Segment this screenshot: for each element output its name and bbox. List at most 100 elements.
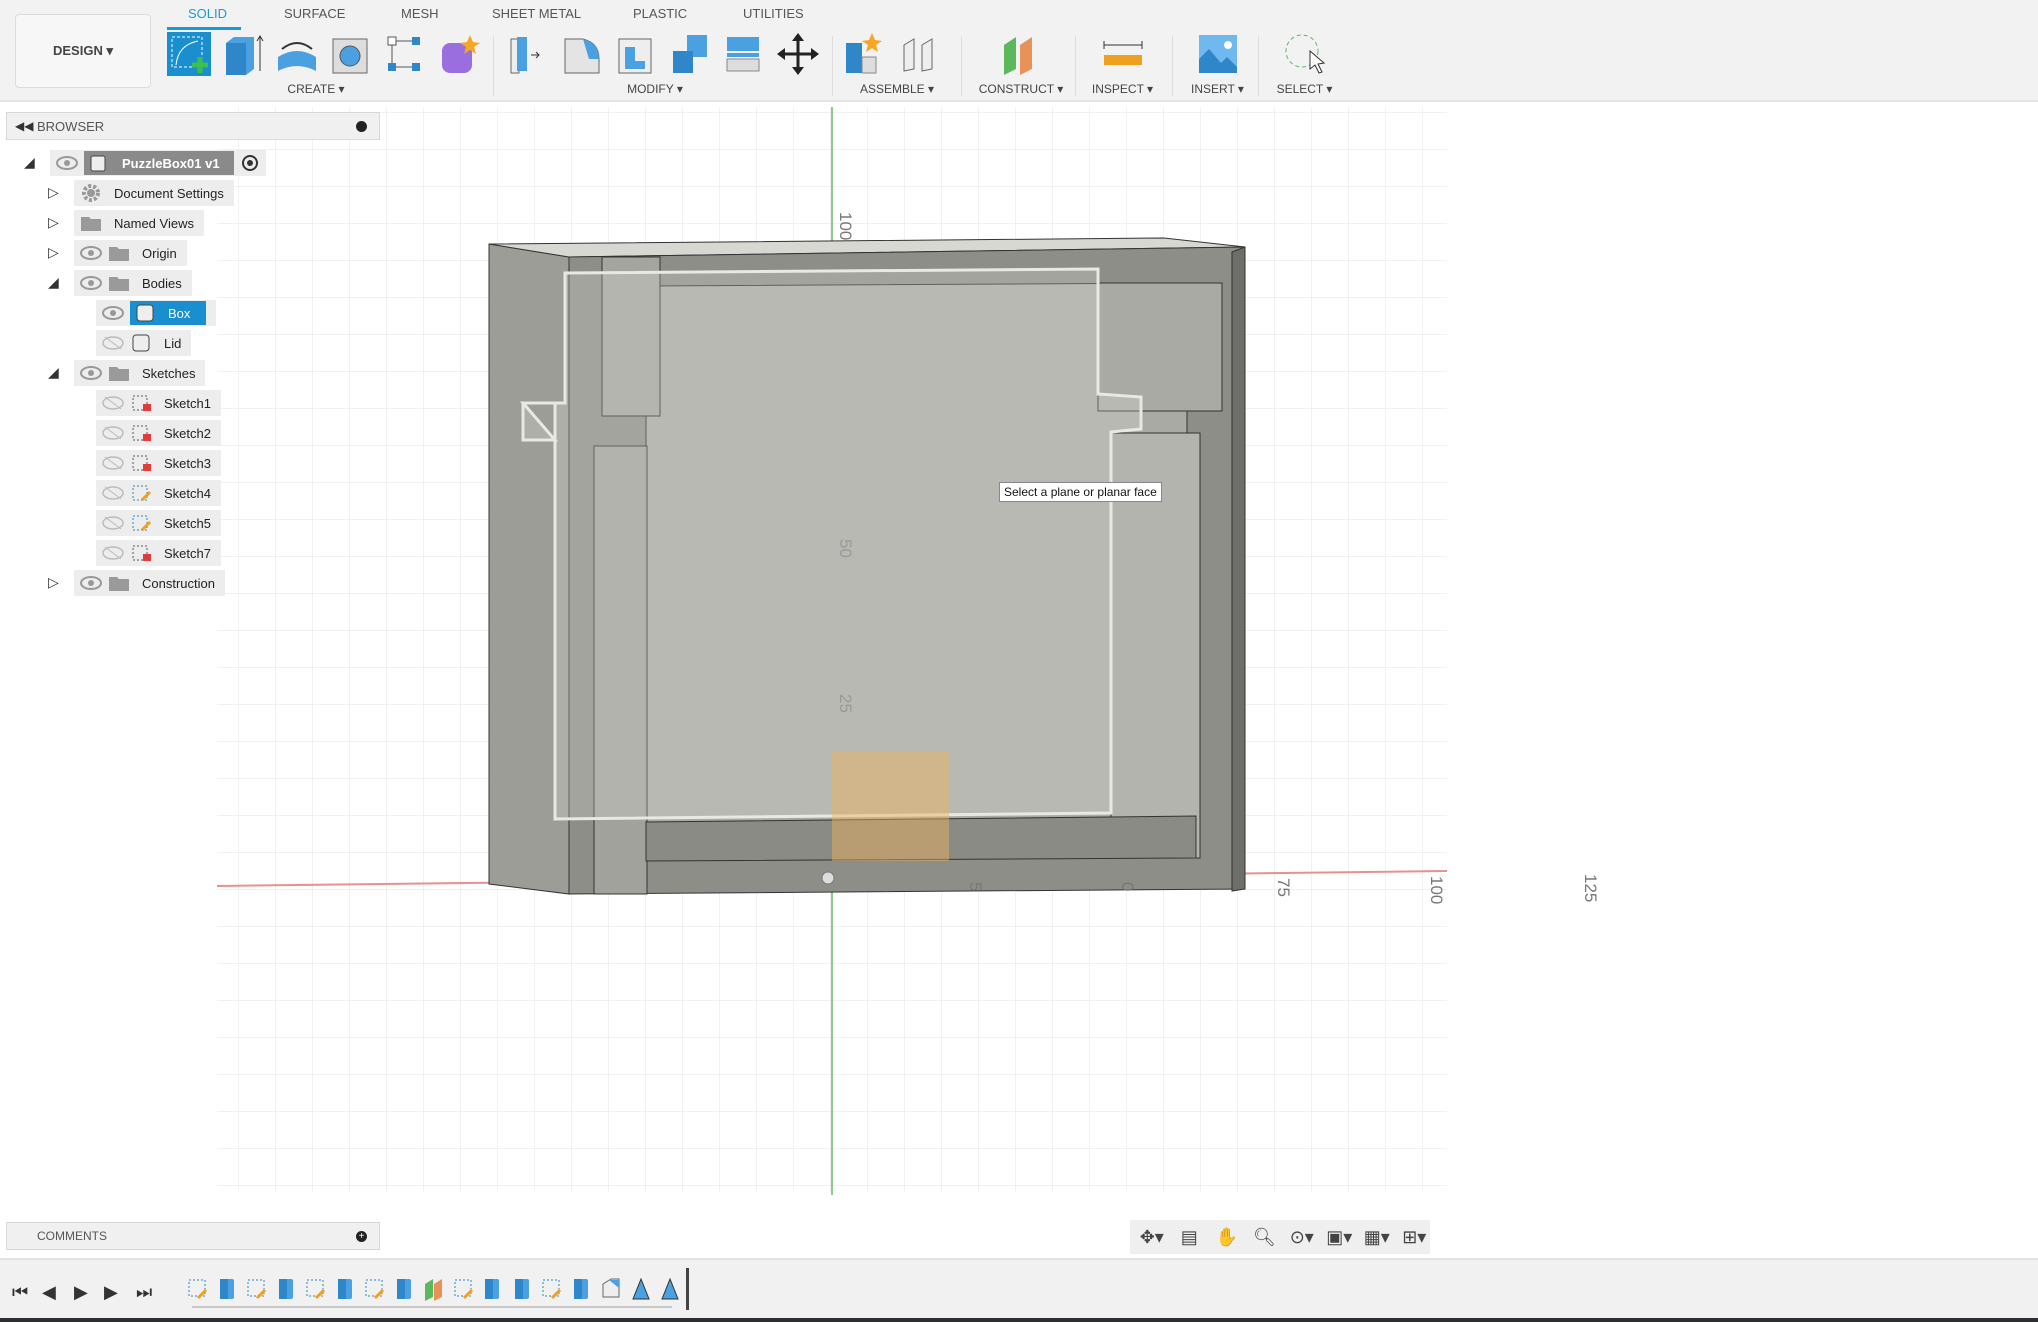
tree-item[interactable]: Sketch5 [72, 510, 221, 536]
visibility-eye-icon[interactable] [80, 246, 102, 260]
offset-face-icon[interactable] [721, 31, 767, 77]
activate-radio-icon[interactable] [241, 155, 258, 171]
timeline-extrude-icon[interactable] [334, 1276, 358, 1307]
expanded-triangle-icon[interactable]: ◢ [24, 154, 38, 170]
tab-utilities[interactable]: UTILITIES [743, 6, 804, 21]
go-to-start-icon[interactable]: ⏮ [12, 1282, 28, 1303]
collapse-browser-icon[interactable]: ◀◀ [15, 119, 33, 133]
zoom-icon[interactable]: 🔍︎ [1249, 1227, 1281, 1248]
modify-menu[interactable]: MODIFY ▾ [485, 82, 825, 96]
step-back-icon[interactable]: ◀ [42, 1282, 56, 1303]
timeline-sketch-icon[interactable] [540, 1276, 564, 1307]
select-menu[interactable]: SELECT ▾ [1262, 82, 1347, 96]
tree-item[interactable]: Sketch2 [72, 420, 221, 446]
visibility-eye-hidden-icon[interactable] [102, 336, 124, 350]
look-at-icon[interactable]: ▤ [1174, 1227, 1206, 1248]
pattern-icon[interactable] [382, 31, 428, 77]
expand-triangle-icon[interactable]: ▷ [48, 244, 62, 260]
orbit-icon[interactable]: ✥▾ [1136, 1227, 1168, 1248]
minimize-browser-icon[interactable] [356, 120, 367, 132]
tree-item[interactable]: Sketch4 [72, 480, 221, 506]
insert-menu[interactable]: INSERT ▾ [1175, 82, 1260, 96]
3d-viewport[interactable]: 100 50 25 5 0 75 100 125 Select a plane … [0, 102, 2038, 1258]
timeline-sketch-icon[interactable] [452, 1276, 476, 1307]
measure-icon[interactable] [1100, 31, 1146, 77]
visibility-eye-icon[interactable] [102, 306, 124, 320]
move-icon[interactable] [775, 31, 821, 77]
display-settings-icon[interactable]: ▣▾ [1324, 1227, 1356, 1248]
visibility-eye-icon[interactable] [80, 276, 102, 290]
shell-icon[interactable] [613, 31, 659, 77]
fit-zoom-icon[interactable]: ⊙▾ [1286, 1227, 1318, 1248]
play-icon[interactable]: ▶ [74, 1282, 88, 1303]
box-body[interactable] [488, 237, 1246, 895]
tree-item[interactable]: ▷ Origin [48, 240, 187, 266]
joint-icon[interactable] [896, 31, 942, 77]
tree-item[interactable]: ◢ Sketches [48, 360, 206, 386]
tree-item[interactable]: ◢ Bodies [48, 270, 192, 296]
tab-mesh[interactable]: MESH [401, 6, 439, 21]
visibility-eye-hidden-icon[interactable] [102, 516, 124, 530]
pan-hand-icon[interactable]: ✋ [1211, 1227, 1243, 1248]
tree-item[interactable]: Sketch3 [72, 450, 221, 476]
timeline-mirror-icon[interactable] [629, 1276, 653, 1307]
visibility-eye-hidden-icon[interactable] [102, 546, 124, 560]
tree-item[interactable]: ▷ Document Settings [48, 180, 234, 206]
tree-item-root[interactable]: ◢ PuzzleBox01 v1 [24, 150, 266, 176]
visibility-eye-hidden-icon[interactable] [102, 486, 124, 500]
hole-icon[interactable] [328, 31, 374, 77]
create-menu[interactable]: CREATE ▾ [146, 82, 486, 96]
expand-triangle-icon[interactable]: ▷ [48, 214, 62, 230]
add-comment-icon[interactable]: + [356, 1230, 367, 1242]
press-pull-icon[interactable] [505, 31, 551, 77]
timeline-extrude-icon[interactable] [481, 1276, 505, 1307]
inspect-menu[interactable]: INSPECT ▾ [1080, 82, 1165, 96]
grid-settings-icon[interactable]: ▦▾ [1361, 1227, 1393, 1248]
timeline-shell-icon[interactable] [599, 1276, 623, 1307]
timeline-extrude-icon[interactable] [216, 1276, 240, 1307]
combine-icon[interactable] [667, 31, 713, 77]
tree-item[interactable]: Lid [72, 330, 192, 356]
expanded-triangle-icon[interactable]: ◢ [48, 364, 62, 380]
step-forward-icon[interactable]: ▶ [104, 1282, 118, 1303]
tab-surface[interactable]: SURFACE [284, 6, 345, 21]
extrude-icon[interactable] [220, 31, 266, 77]
go-to-end-icon[interactable]: ⏭ [136, 1282, 152, 1303]
create-form-icon[interactable] [436, 31, 482, 77]
visibility-eye-hidden-icon[interactable] [102, 426, 124, 440]
comments-panel-header[interactable]: COMMENTS + [6, 1222, 380, 1250]
tree-item[interactable]: ▷ Construction [48, 570, 225, 596]
timeline-marker[interactable] [686, 1268, 689, 1310]
timeline-extrude-icon[interactable] [275, 1276, 299, 1307]
timeline-sketch-icon[interactable] [304, 1276, 328, 1307]
select-window-icon[interactable] [1282, 31, 1328, 77]
tree-item[interactable]: ▷ Named Views [48, 210, 204, 236]
tab-plastic[interactable]: PLASTIC [633, 6, 687, 21]
tree-item[interactable]: Sketch1 [72, 390, 221, 416]
tab-sheet-metal[interactable]: SHEET METAL [492, 6, 581, 21]
construct-menu[interactable]: CONSTRUCT ▾ [966, 82, 1076, 96]
tree-item[interactable]: Sketch7 [72, 540, 221, 566]
expand-triangle-icon[interactable]: ▷ [48, 574, 62, 590]
new-component-icon[interactable] [842, 31, 888, 77]
timeline-sketch-icon[interactable] [245, 1276, 269, 1307]
tab-solid[interactable]: SOLID [188, 6, 227, 21]
visibility-eye-icon[interactable] [56, 156, 78, 170]
timeline-sketch-icon[interactable] [186, 1276, 210, 1307]
timeline-sketch-icon[interactable] [363, 1276, 387, 1307]
timeline-mirror-icon[interactable] [658, 1276, 682, 1307]
visibility-eye-hidden-icon[interactable] [102, 396, 124, 410]
fillet-icon[interactable] [559, 31, 605, 77]
workspace-dropdown[interactable]: DESIGN ▾ [15, 14, 151, 88]
viewports-icon[interactable]: ⊞▾ [1399, 1227, 1431, 1248]
timeline-extrude-icon[interactable] [393, 1276, 417, 1307]
viewport-canvas[interactable] [0, 102, 2038, 1258]
assemble-menu[interactable]: ASSEMBLE ▾ [842, 82, 952, 96]
visibility-eye-hidden-icon[interactable] [102, 456, 124, 470]
timeline-extrude-icon[interactable] [570, 1276, 594, 1307]
insert-image-icon[interactable] [1195, 31, 1241, 77]
visibility-eye-icon[interactable] [80, 576, 102, 590]
expanded-triangle-icon[interactable]: ◢ [48, 274, 62, 290]
expand-triangle-icon[interactable]: ▷ [48, 184, 62, 200]
timeline-plane-icon[interactable] [422, 1276, 446, 1307]
